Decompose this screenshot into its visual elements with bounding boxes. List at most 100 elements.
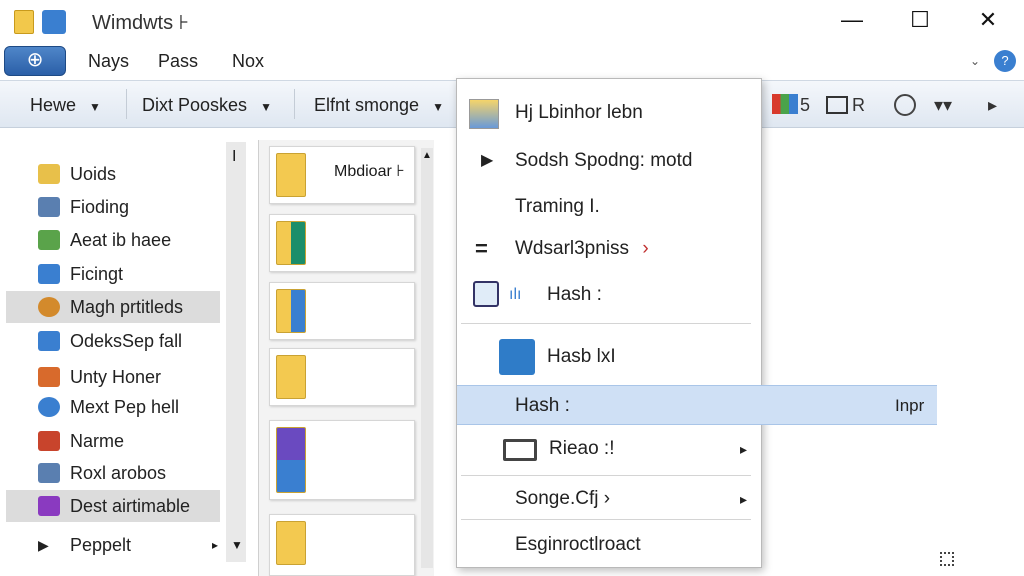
play-icon: ▶ [481, 152, 494, 169]
toolbar-item-label: Hewe [30, 95, 77, 115]
file-card[interactable] [269, 282, 415, 340]
submenu-arrow-icon: ▸ [739, 441, 747, 457]
close-button[interactable]: ✕ [968, 4, 1008, 36]
context-item-hj-lbinhor-lebn[interactable]: Hj Lbinhor lebn [457, 93, 761, 133]
context-item-traming[interactable]: Traming I. [457, 187, 761, 227]
file-card[interactable]: Mbdioar ⊦ [269, 146, 415, 204]
sidebar-more-arrow[interactable]: ▸ [212, 538, 218, 552]
chevron-down-icon: ▼ [89, 100, 101, 114]
expand-icon: ▶ [38, 537, 49, 553]
context-separator [461, 475, 751, 476]
context-item-label: Sodsh Spodng: motd [515, 150, 693, 171]
context-item-label: Wdsarl3pniss [515, 238, 630, 259]
maximize-button[interactable]: ☐ [900, 4, 940, 36]
sidebar-item-fioding[interactable]: Fioding [6, 191, 220, 223]
sidebar-item-label: Narme [70, 431, 125, 451]
file-card[interactable] [269, 214, 415, 272]
tiles-count: 5 [800, 95, 811, 115]
toolbar-item-dixt-pooskes[interactable]: Dixt Pooskes ▼ [142, 95, 272, 116]
folder-icon [276, 153, 306, 197]
context-item-label: Songe.Cfj › [515, 488, 611, 509]
folder-icon [276, 521, 306, 565]
folder-icon [276, 355, 306, 399]
play-folder-icon [276, 221, 306, 265]
sidebar-item-narme[interactable]: Narme [6, 425, 220, 457]
file-card[interactable] [269, 348, 415, 406]
context-menu: Hj Lbinhor lebn ▶ Sodsh Spodng: motd Tra… [456, 78, 937, 568]
tiles-icon[interactable] [772, 94, 798, 114]
file-pane: ▲ Mbdioar ⊦ [258, 140, 434, 576]
sidebar-scrollbar[interactable] [226, 142, 246, 562]
scroll-up-icon[interactable]: ▲ [422, 150, 432, 161]
context-item-sodsh-spodng[interactable]: ▶ Sodsh Spodng: motd [457, 141, 761, 181]
chevron-down-icon: ▼ [432, 100, 444, 114]
navigation-sidebar: I Uoids Fioding Aeat ib haee Ficingt Mag… [0, 128, 252, 576]
sidebar-item-odeksep-fall[interactable]: OdeksSep fall [6, 325, 220, 357]
app-menu-button[interactable]: ⊕ [4, 46, 66, 76]
toolbar-item-elfnt-smonge[interactable]: Elfnt smonge ▼ [314, 95, 444, 116]
sidebar-item-label: Roxl arobos [70, 463, 167, 483]
file-card[interactable] [269, 420, 415, 500]
title-bar: Wimdwts ⊦ — ☐ ✕ [0, 0, 1024, 42]
context-item-shortcut: Inpr [895, 396, 925, 415]
scroll-down-icon[interactable]: ▼ [231, 538, 243, 552]
puzzle-icon [38, 331, 60, 351]
context-item-label: Traming I. [515, 196, 600, 217]
menu-item-nays[interactable]: Nays [88, 51, 129, 72]
help-icon[interactable]: ? [994, 50, 1016, 72]
resize-grip-icon[interactable] [940, 552, 954, 566]
monitor-icon [473, 281, 499, 307]
sidebar-header-marker: I [232, 148, 237, 165]
minimize-button[interactable]: — [832, 4, 872, 36]
context-item-label: Hash : [515, 395, 570, 416]
file-pane-scrollbar[interactable] [421, 148, 433, 568]
toolbar-item-hewe[interactable]: Hewe ▼ [30, 95, 101, 116]
context-item-label: Hash : [547, 284, 602, 305]
list-icon [38, 367, 60, 387]
context-item-hasb-lxi[interactable]: Hasb lxI [457, 337, 761, 377]
windows-app-icon [42, 10, 66, 34]
globe-icon [38, 297, 60, 317]
context-item-rieao[interactable]: Rieao :! ▸ [457, 429, 761, 469]
grid-icon[interactable] [826, 96, 848, 114]
context-item-hash-monitor[interactable]: ılı Hash : [457, 275, 761, 315]
sidebar-item-uoids[interactable]: Uoids [6, 158, 220, 190]
context-item-label: Rieao :! [549, 438, 615, 459]
sidebar-item-label: Dest airtimable [70, 496, 191, 516]
sidebar-item-dest-airtimable[interactable]: Dest airtimable [6, 490, 220, 522]
sidebar-item-peppelt[interactable]: ▶ Peppelt [6, 529, 220, 561]
sidebar-item-label: Peppelt [70, 535, 132, 555]
menu-item-nox[interactable]: Nox [232, 51, 264, 72]
sidebar-item-aeat-ib-haee[interactable]: Aeat ib haee [6, 224, 220, 256]
context-item-esginroctlroact[interactable]: Esginroctlroact [457, 525, 761, 565]
app-folder-icon [276, 427, 306, 493]
sidebar-item-label: Aeat ib haee [70, 230, 172, 250]
menu-item-pass[interactable]: Pass [158, 51, 198, 72]
file-card[interactable] [269, 514, 415, 576]
sidebar-item-label: Uoids [70, 164, 117, 184]
history-icon[interactable] [894, 94, 916, 116]
audio-wave-icon: ılı [509, 286, 522, 303]
folder-icon [38, 164, 60, 184]
toolbar-separator [294, 89, 295, 119]
sidebar-item-roxl-arobos[interactable]: Roxl arobos [6, 457, 220, 489]
context-item-hash-highlighted[interactable]: Hash : Inpr [457, 385, 937, 425]
sidebar-item-magh-prtitleds[interactable]: Magh prtitleds [6, 291, 220, 323]
table-icon [38, 463, 60, 483]
drive-icon [38, 264, 60, 284]
context-item-label: Hj Lbinhor lebn [515, 102, 643, 123]
double-chevron-icon[interactable]: ▾▾ [934, 92, 952, 118]
folder-icon [14, 10, 34, 34]
sidebar-item-ficingt[interactable]: Ficingt [6, 258, 220, 290]
toolbar-separator [126, 89, 127, 119]
arrow-right-icon[interactable]: ▸ [988, 92, 997, 118]
sidebar-item-unty-honer[interactable]: Unty Honer [6, 361, 220, 393]
sidebar-item-mext-pep-hell[interactable]: Mext Pep hell [6, 391, 220, 423]
context-item-songe-cfj[interactable]: Songe.Cfj › ▸ [457, 479, 761, 519]
ribbon-collapse-icon[interactable]: ⌄ [970, 54, 980, 68]
network-icon [38, 230, 60, 250]
equals-icon: = [475, 236, 488, 261]
document-icon [469, 99, 499, 129]
context-item-wdsarl3pniss[interactable]: = Wdsarl3pniss › [457, 229, 761, 269]
video-icon [276, 289, 306, 333]
